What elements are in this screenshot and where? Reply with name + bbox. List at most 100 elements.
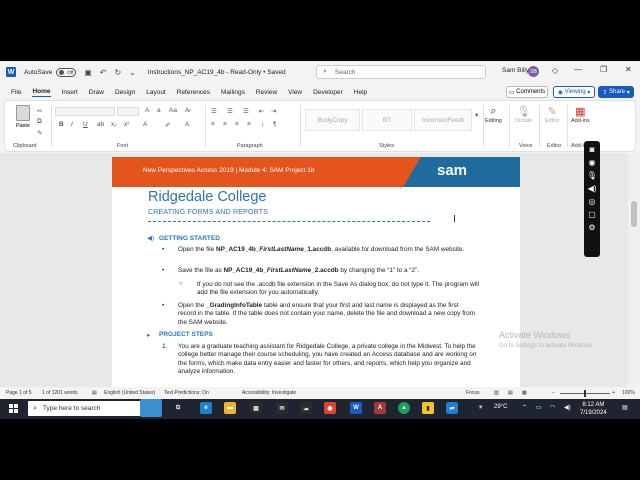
task-view-icon[interactable]: ⧉ bbox=[172, 402, 184, 414]
shrink-font-icon[interactable]: a bbox=[157, 107, 161, 114]
align-center-icon[interactable]: ≡ bbox=[223, 121, 227, 128]
user-name[interactable]: Sam Billy bbox=[502, 67, 529, 74]
onedrive-icon[interactable]: ☁ bbox=[300, 402, 312, 414]
minimize-icon[interactable]: — bbox=[574, 65, 582, 74]
tab-design[interactable]: Design bbox=[115, 89, 135, 96]
document-title[interactable]: Instructions_NP_AC19_4b - Read-Only • Sa… bbox=[148, 69, 286, 76]
system-clock[interactable]: 8:12 AM 7/19/2024 bbox=[580, 401, 607, 417]
diamond-icon[interactable]: ◇ bbox=[552, 66, 558, 75]
tab-references[interactable]: References bbox=[177, 89, 210, 96]
web-layout-icon[interactable]: ▦ bbox=[522, 390, 527, 396]
scrollbar-thumb[interactable] bbox=[631, 201, 637, 227]
weather-icon[interactable]: ☀ bbox=[478, 404, 483, 411]
font-size-box[interactable] bbox=[117, 107, 139, 116]
undo-icon[interactable]: ↶ bbox=[100, 68, 107, 77]
tab-review[interactable]: Review bbox=[256, 89, 277, 96]
close-icon[interactable]: ✕ bbox=[625, 65, 632, 74]
language-status[interactable]: English (United States) bbox=[104, 390, 155, 396]
cut-icon[interactable]: ✂ bbox=[37, 107, 42, 115]
window-icon[interactable]: ▢ bbox=[584, 210, 600, 219]
italic-icon[interactable]: I bbox=[71, 121, 73, 128]
settings-gear-icon[interactable]: ⚙ bbox=[584, 223, 600, 232]
volume-icon[interactable]: ◀) bbox=[584, 184, 600, 193]
paste-button[interactable]: Paste bbox=[13, 105, 33, 129]
spelling-icon[interactable]: ▤ bbox=[92, 390, 97, 396]
increase-indent-icon[interactable]: ⇥ bbox=[271, 107, 276, 115]
temperature[interactable]: 29°C bbox=[494, 404, 507, 410]
change-case-icon[interactable]: Aa bbox=[169, 107, 177, 114]
numbering-icon[interactable]: ☰ bbox=[227, 107, 233, 115]
tray-chevron-icon[interactable]: ⌃ bbox=[522, 404, 527, 411]
highlight-icon[interactable]: ✐ bbox=[165, 121, 170, 129]
copy-icon[interactable]: ⧉ bbox=[37, 118, 42, 126]
style-bt[interactable]: BT bbox=[362, 109, 412, 131]
network-icon[interactable]: ▭ bbox=[536, 404, 542, 411]
save-icon[interactable]: ▣ bbox=[84, 68, 92, 77]
avatar[interactable]: SB bbox=[528, 66, 539, 77]
align-left-icon[interactable]: ≡ bbox=[211, 121, 215, 128]
subscript-icon[interactable]: x₂ bbox=[111, 121, 117, 128]
justify-icon[interactable]: ≡ bbox=[247, 121, 251, 128]
grow-font-icon[interactable]: A bbox=[145, 107, 149, 114]
file-explorer-icon[interactable]: ▬ bbox=[224, 402, 236, 414]
sticky-notes-icon[interactable]: ▮ bbox=[422, 402, 434, 414]
strikethrough-icon[interactable]: ab bbox=[97, 121, 104, 128]
autosave-toggle[interactable]: Off bbox=[56, 67, 77, 77]
show-marks-icon[interactable]: ¶ bbox=[273, 121, 277, 128]
app-circle-icon[interactable]: ▲ bbox=[398, 402, 410, 414]
app-icon[interactable]: ⇌ bbox=[446, 402, 458, 414]
styles-scroll-icon[interactable]: ▾ bbox=[475, 111, 478, 119]
tab-draw[interactable]: Draw bbox=[89, 89, 104, 96]
bullets-icon[interactable]: ☰ bbox=[211, 107, 217, 115]
access-taskbar-icon[interactable]: A bbox=[374, 402, 386, 414]
wifi-icon[interactable]: ◠ bbox=[550, 404, 555, 411]
tab-file[interactable]: File bbox=[11, 89, 21, 96]
comments-button[interactable]: ▭ Comments bbox=[506, 86, 548, 98]
microphone-icon[interactable]: 🎙 bbox=[584, 171, 600, 180]
tab-insert[interactable]: Insert bbox=[62, 89, 78, 96]
zoom-slider-handle[interactable] bbox=[584, 390, 586, 397]
chrome-icon[interactable]: ◉ bbox=[324, 402, 336, 414]
notifications-icon[interactable]: ▤ bbox=[622, 404, 628, 411]
zoom-level[interactable]: 100% bbox=[622, 390, 635, 396]
text-effects-icon[interactable]: A bbox=[143, 121, 147, 128]
format-painter-icon[interactable]: ✎ bbox=[37, 129, 42, 137]
zoom-out-icon[interactable]: − bbox=[552, 390, 555, 396]
word-taskbar-icon[interactable]: W bbox=[350, 402, 362, 414]
addins-button[interactable]: ▦ Add-ins bbox=[571, 105, 590, 124]
dictate-button[interactable]: 🎙 Dictate bbox=[515, 105, 532, 124]
viewing-button[interactable]: ◉ Viewing ▾ bbox=[553, 86, 595, 98]
zoom-in-icon[interactable]: + bbox=[612, 390, 615, 396]
style-bodycopy[interactable]: BodyCopy bbox=[305, 109, 360, 131]
word-count[interactable]: 1 of 1201 words bbox=[42, 390, 78, 396]
align-right-icon[interactable]: ≡ bbox=[235, 121, 239, 128]
vertical-scrollbar[interactable] bbox=[628, 153, 640, 419]
editing-button[interactable]: ⌕ Editing bbox=[485, 105, 502, 124]
editor-button[interactable]: ✎ Editor bbox=[545, 105, 559, 124]
line-spacing-icon[interactable]: ↕ bbox=[261, 121, 264, 128]
record-icon[interactable]: ◉ bbox=[584, 158, 600, 167]
page-count[interactable]: Page 1 of 5 bbox=[6, 390, 32, 396]
clear-formatting-icon[interactable]: A̷ bbox=[185, 107, 189, 114]
decrease-indent-icon[interactable]: ⇤ bbox=[259, 107, 264, 115]
tab-developer[interactable]: Developer bbox=[313, 89, 343, 96]
multilevel-list-icon[interactable]: ☰ bbox=[243, 107, 249, 115]
restore-icon[interactable]: ❐ bbox=[600, 65, 607, 74]
font-color-icon[interactable]: A bbox=[185, 121, 189, 128]
webcam-icon[interactable]: ◎ bbox=[584, 197, 600, 206]
camera-icon[interactable]: ◙ bbox=[584, 145, 600, 154]
document-page[interactable]: New Perspectives Access 2019 | Module 4:… bbox=[112, 157, 520, 419]
mail-icon[interactable]: ✉ bbox=[276, 402, 288, 414]
bold-icon[interactable]: B bbox=[59, 121, 64, 128]
tab-view[interactable]: View bbox=[288, 89, 302, 96]
tab-home[interactable]: Home bbox=[32, 88, 51, 97]
style-incorrectfeedt[interactable]: IncorrectFeedt bbox=[414, 109, 472, 131]
taskbar-search-input[interactable]: ⌕ Type here to search bbox=[28, 401, 158, 416]
focus-button[interactable]: Focus bbox=[466, 390, 480, 396]
print-layout-icon[interactable]: ▤ bbox=[508, 390, 513, 396]
tab-mailings[interactable]: Mailings bbox=[221, 89, 245, 96]
volume-tray-icon[interactable]: ◀) bbox=[564, 404, 571, 411]
share-button[interactable]: ⇪ Share ▾ bbox=[598, 86, 634, 98]
superscript-icon[interactable]: x² bbox=[124, 121, 129, 128]
customize-toolbar-icon[interactable]: ⌄ bbox=[129, 68, 136, 77]
